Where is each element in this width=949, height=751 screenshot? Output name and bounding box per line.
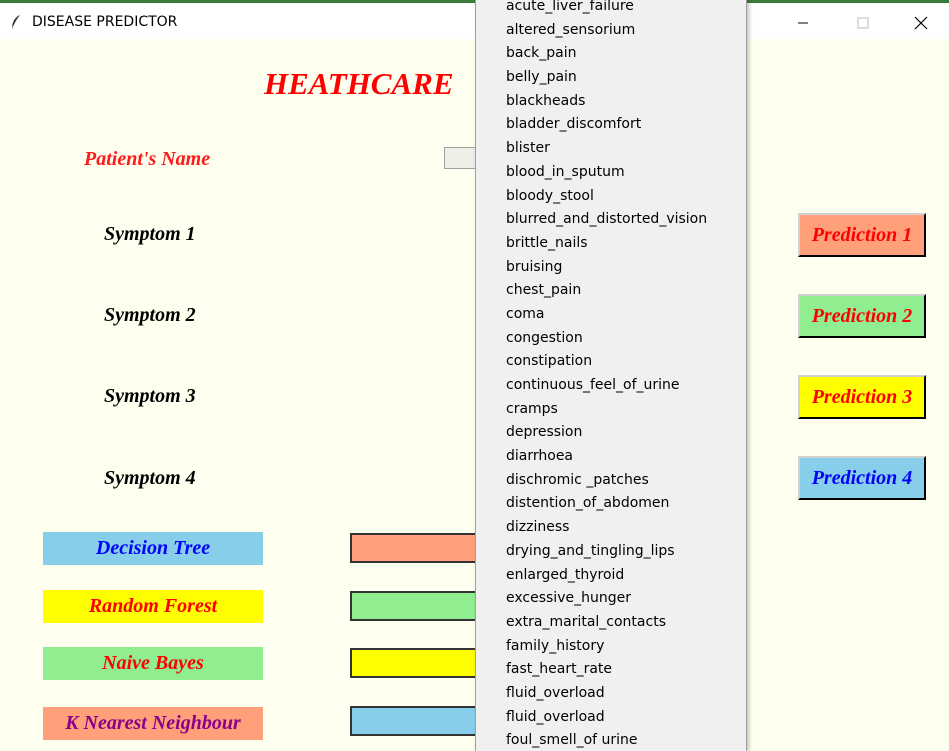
dropdown-option[interactable]: altered_sensorium [476, 19, 746, 43]
dropdown-option[interactable]: family_history [476, 635, 746, 659]
dropdown-option[interactable]: blackheads [476, 90, 746, 114]
prediction-1-button[interactable]: Prediction 1 [798, 213, 926, 257]
dropdown-option[interactable]: bruising [476, 256, 746, 280]
dropdown-option[interactable]: chest_pain [476, 279, 746, 303]
dropdown-option[interactable]: bloody_stool [476, 185, 746, 209]
dropdown-option[interactable]: fluid_overload [476, 706, 746, 730]
dropdown-option[interactable]: brittle_nails [476, 232, 746, 256]
prediction-2-button[interactable]: Prediction 2 [798, 294, 926, 338]
close-button[interactable] [898, 6, 944, 40]
dropdown-option[interactable]: dizziness [476, 516, 746, 540]
page-heading: HEATHCARE [264, 66, 454, 101]
patient-name-label: Patient's Name [84, 148, 211, 170]
dropdown-option[interactable]: fast_heart_rate [476, 658, 746, 682]
dropdown-option[interactable]: belly_pain [476, 66, 746, 90]
random-forest-result [350, 591, 490, 621]
dropdown-option[interactable]: fluid_overload [476, 682, 746, 706]
maximize-button[interactable] [840, 6, 886, 40]
dropdown-option[interactable]: diarrhoea [476, 445, 746, 469]
symptom-dropdown-list[interactable]: acute_liver_failure altered_sensorium back… [475, 0, 747, 751]
knn-label: K Nearest Neighbour [43, 707, 263, 740]
naive-bayes-label: Naive Bayes [43, 647, 263, 680]
random-forest-label: Random Forest [43, 590, 263, 623]
decision-tree-result [350, 533, 490, 563]
dropdown-option[interactable]: cramps [476, 398, 746, 422]
symptom-1-label: Symptom 1 [104, 223, 196, 245]
dropdown-option[interactable]: depression [476, 421, 746, 445]
symptom-2-label: Symptom 2 [104, 304, 196, 326]
dropdown-option[interactable]: back_pain [476, 42, 746, 66]
dropdown-option[interactable]: constipation [476, 350, 746, 374]
knn-result [350, 706, 490, 736]
dropdown-option[interactable]: acute_liver_failure [476, 0, 746, 19]
prediction-3-button[interactable]: Prediction 3 [798, 375, 926, 419]
close-icon [914, 16, 928, 30]
dropdown-option[interactable]: congestion [476, 327, 746, 351]
dropdown-option[interactable]: bladder_discomfort [476, 113, 746, 137]
dropdown-option[interactable]: continuous_feel_of_urine [476, 374, 746, 398]
window-title: DISEASE PREDICTOR [32, 14, 178, 30]
maximize-icon [857, 17, 869, 29]
dropdown-options: acute_liver_failure altered_sensorium back… [476, 0, 746, 751]
prediction-4-button[interactable]: Prediction 4 [798, 456, 926, 500]
feather-icon [11, 15, 20, 30]
dropdown-option[interactable]: distention_of_abdomen [476, 492, 746, 516]
symptom-3-label: Symptom 3 [104, 385, 196, 407]
dropdown-option[interactable]: foul_smell_of urine [476, 729, 746, 751]
naive-bayes-result [350, 648, 490, 678]
minimize-button[interactable] [780, 6, 826, 40]
dropdown-option[interactable]: coma [476, 303, 746, 327]
dropdown-option[interactable]: excessive_hunger [476, 587, 746, 611]
dropdown-option[interactable]: blister [476, 137, 746, 161]
dropdown-option[interactable]: drying_and_tingling_lips [476, 540, 746, 564]
minimize-icon [798, 22, 808, 24]
dropdown-option[interactable]: enlarged_thyroid [476, 564, 746, 588]
symptom-4-label: Symptom 4 [104, 467, 196, 489]
dropdown-option[interactable]: extra_marital_contacts [476, 611, 746, 635]
dropdown-option[interactable]: blood_in_sputum [476, 161, 746, 185]
dropdown-option[interactable]: dischromic _patches [476, 469, 746, 493]
decision-tree-label: Decision Tree [43, 532, 263, 565]
dropdown-option[interactable]: blurred_and_distorted_vision [476, 208, 746, 232]
